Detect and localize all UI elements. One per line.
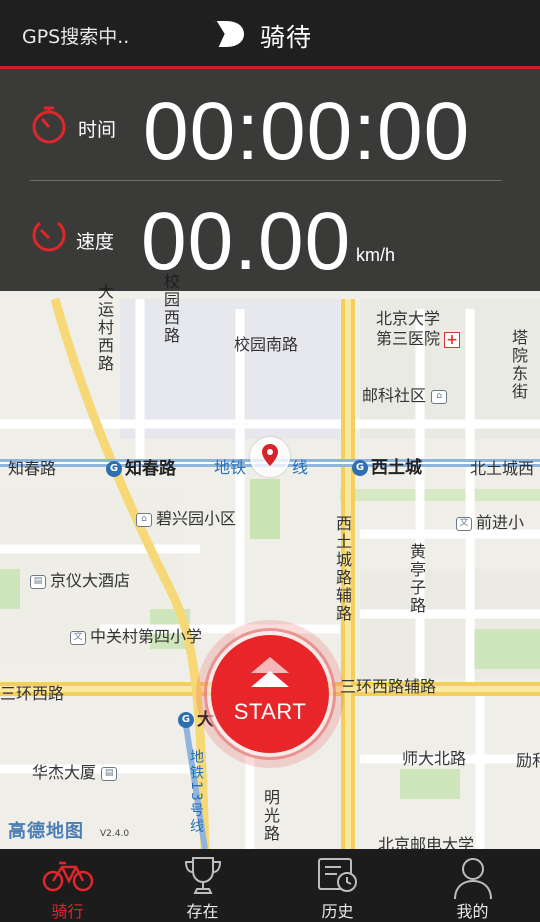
time-label: 时间 <box>78 119 117 141</box>
start-button[interactable]: START <box>211 635 329 753</box>
brand-d-logo-icon <box>212 19 246 53</box>
metro-line-label: 地铁 <box>214 458 247 477</box>
time-value: 00:00:00 <box>143 86 471 177</box>
gps-status: GPS搜索中.. <box>22 26 130 48</box>
speedometer-icon <box>30 217 68 259</box>
map-label-road: 西土城路辅路 <box>333 515 352 623</box>
community-icon: ⌂ <box>431 389 448 404</box>
metro-station-label[interactable]: G 西土城 <box>352 453 422 478</box>
nav-item-ride[interactable]: 骑行 <box>0 849 135 922</box>
school-icon: 文 <box>456 516 472 531</box>
amap-version: V2.4.0 <box>100 829 130 839</box>
map-label-poi: ▤ 京仪大酒店 <box>30 567 130 591</box>
metro-icon: G <box>106 461 122 477</box>
map-label-road: 知春路 <box>8 459 57 478</box>
map-label-poi: 文前进小 <box>456 509 524 533</box>
map-label-road: 北土城西 <box>470 459 535 478</box>
speed-label: 速度 <box>76 231 115 253</box>
map-label-poi-text: 第三医院 <box>376 329 441 348</box>
map-label-road: 塔院东街 <box>509 329 528 401</box>
map-label-poi: 华杰大厦 ▤ <box>32 759 121 783</box>
map-label-poi: 邮科社区 ⌂ <box>362 382 451 406</box>
map-label-road: 师大北路 <box>402 749 467 768</box>
map-label-road: 校园南路 <box>234 335 299 354</box>
map-label-poi: 北京邮电大学 <box>378 835 475 849</box>
metro-station-label[interactable]: G 知春路 <box>106 454 176 479</box>
metro-icon: G <box>352 460 368 476</box>
nav-label: 存在 <box>186 902 219 921</box>
map-label-road: 三环西路 <box>0 684 65 703</box>
metro-icon: G <box>178 712 194 728</box>
building-icon: ▤ <box>101 766 118 781</box>
nav-item-history[interactable]: 历史 <box>270 849 405 922</box>
map-label-poi-text: 前进小 <box>476 513 525 532</box>
community-icon: ⌂ <box>136 512 152 527</box>
nav-label: 骑行 <box>51 902 84 921</box>
map-label-road: 三环西路辅路 <box>340 677 437 696</box>
hospital-icon: + <box>444 331 461 348</box>
hotel-icon: ▤ <box>30 574 46 589</box>
brand: 骑待 <box>212 18 312 54</box>
map-label-road: 明光路 <box>261 789 280 843</box>
start-label: START <box>233 699 307 724</box>
stopwatch-icon <box>30 105 68 149</box>
map-label-poi-text: 华杰大厦 <box>32 763 97 782</box>
map-label-poi-text: 碧兴园小区 <box>156 509 237 528</box>
stats-divider <box>30 180 502 181</box>
location-pin-icon <box>261 443 279 471</box>
metro-line-label: 线 <box>292 458 309 477</box>
top-bar: GPS搜索中.. 骑待 <box>0 0 540 66</box>
start-button-wrap: START <box>196 620 344 768</box>
metro-station-name: 西土城 <box>371 458 422 478</box>
map-label-poi: 第三医院 + <box>376 325 461 349</box>
map-label-road: 大运村西路 <box>95 283 114 373</box>
map-label-poi: 文中关村第四小学 <box>70 623 202 647</box>
metro-station-name: 知春路 <box>125 459 176 479</box>
speed-unit: km/h <box>356 245 396 265</box>
amap-logo: 高德地图 <box>8 821 84 842</box>
map-label-road: 励和 <box>516 751 540 770</box>
current-location-marker[interactable] <box>250 437 290 477</box>
nav-item-exist[interactable]: 存在 <box>135 849 270 922</box>
bottom-nav: 骑行 存在 历史 我的 <box>0 849 540 922</box>
nav-label: 我的 <box>456 902 489 921</box>
map-label-poi-text: 中关村第四小学 <box>90 627 203 646</box>
speed-value: 00.00 <box>141 196 352 287</box>
app-title: 骑待 <box>260 23 313 52</box>
nav-label: 历史 <box>321 902 354 921</box>
ride-stats-panel: 时间 00:00:00 速度 00.00 km/h <box>0 69 540 291</box>
school-icon: 文 <box>70 630 86 645</box>
nav-item-me[interactable]: 我的 <box>405 849 540 922</box>
map-label-road: 黄亭子路 <box>407 543 426 615</box>
map-label-poi-text: 邮科社区 <box>362 386 427 405</box>
double-chevron-up-icon <box>249 657 291 694</box>
map-label-poi: ⌂ 碧兴园小区 <box>136 505 236 529</box>
map-label-poi-text: 京仪大酒店 <box>50 571 131 590</box>
